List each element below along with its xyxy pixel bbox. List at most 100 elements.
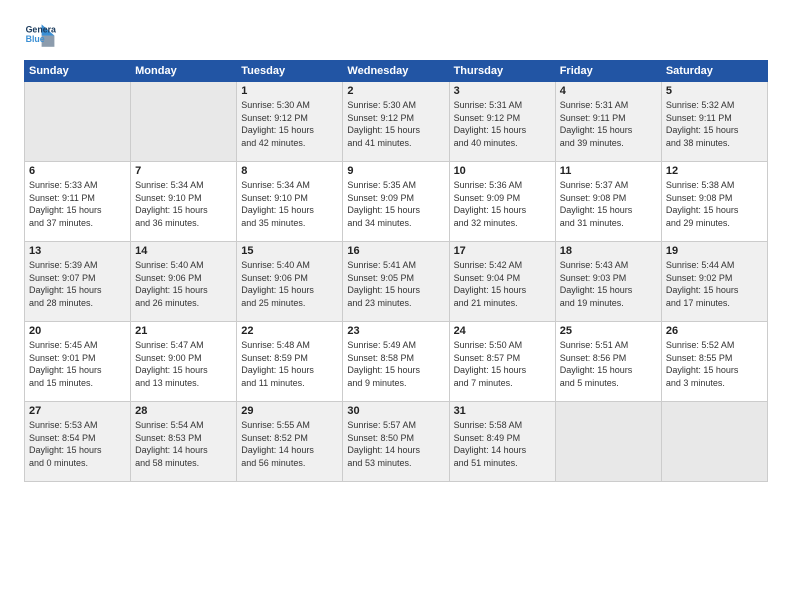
calendar-cell: 2 Sunrise: 5:30 AM Sunset: 9:12 PM Daylig… [343,82,449,162]
calendar-week-1: 1 Sunrise: 5:30 AM Sunset: 9:12 PM Daylig… [25,82,768,162]
day-info: Sunrise: 5:30 AM Sunset: 9:12 PM Dayligh… [347,99,444,149]
day-number: 21 [135,325,232,337]
calendar-week-2: 6 Sunrise: 5:33 AM Sunset: 9:11 PM Daylig… [25,162,768,242]
day-number: 10 [454,165,551,177]
day-info: Sunrise: 5:39 AM Sunset: 9:07 PM Dayligh… [29,259,126,309]
calendar-cell: 27 Sunrise: 5:53 AM Sunset: 8:54 PM Dayli… [25,402,131,482]
calendar-header-tuesday: Tuesday [237,61,343,82]
calendar-cell: 23 Sunrise: 5:49 AM Sunset: 8:58 PM Dayli… [343,322,449,402]
page: General Blue SundayMondayTuesdayWednesda… [0,0,792,612]
logo-icon: General Blue [24,18,56,50]
calendar-cell: 19Sunrise: 5:44 AM Sunset: 9:02 PM Dayli… [661,242,767,322]
day-number: 27 [29,405,126,417]
day-number: 18 [560,245,657,257]
day-info: Sunrise: 5:55 AM Sunset: 8:52 PM Dayligh… [241,419,338,469]
calendar-header-sunday: Sunday [25,61,131,82]
day-info: Sunrise: 5:43 AM Sunset: 9:03 PM Dayligh… [560,259,657,309]
day-number: 11 [560,165,657,177]
calendar-cell: 22 Sunrise: 5:48 AM Sunset: 8:59 PM Dayli… [237,322,343,402]
day-number: 12 [666,165,763,177]
day-number: 14 [135,245,232,257]
day-number: 15 [241,245,338,257]
calendar-cell: 4 Sunrise: 5:31 AM Sunset: 9:11 PM Daylig… [555,82,661,162]
day-number: 20 [29,325,126,337]
calendar-cell: 14 Sunrise: 5:40 AM Sunset: 9:06 PM Dayli… [131,242,237,322]
calendar-cell: 6 Sunrise: 5:33 AM Sunset: 9:11 PM Daylig… [25,162,131,242]
calendar-cell: 3 Sunrise: 5:31 AM Sunset: 9:12 PM Daylig… [449,82,555,162]
calendar-cell: 7Sunrise: 5:34 AM Sunset: 9:10 PM Daylig… [131,162,237,242]
day-info: Sunrise: 5:54 AM Sunset: 8:53 PM Dayligh… [135,419,232,469]
day-number: 30 [347,405,444,417]
calendar-cell: 31Sunrise: 5:58 AM Sunset: 8:49 PM Dayli… [449,402,555,482]
calendar-cell: 16 Sunrise: 5:41 AM Sunset: 9:05 PM Dayli… [343,242,449,322]
day-info: Sunrise: 5:36 AM Sunset: 9:09 PM Dayligh… [454,179,551,229]
calendar-cell: 8Sunrise: 5:34 AM Sunset: 9:10 PM Daylig… [237,162,343,242]
calendar-cell: 26 Sunrise: 5:52 AM Sunset: 8:55 PM Dayli… [661,322,767,402]
calendar-cell: 1 Sunrise: 5:30 AM Sunset: 9:12 PM Daylig… [237,82,343,162]
day-info: Sunrise: 5:33 AM Sunset: 9:11 PM Dayligh… [29,179,126,229]
day-info: Sunrise: 5:50 AM Sunset: 8:57 PM Dayligh… [454,339,551,389]
calendar-cell: 21Sunrise: 5:47 AM Sunset: 9:00 PM Dayli… [131,322,237,402]
day-number: 1 [241,85,338,97]
day-info: Sunrise: 5:48 AM Sunset: 8:59 PM Dayligh… [241,339,338,389]
day-info: Sunrise: 5:32 AM Sunset: 9:11 PM Dayligh… [666,99,763,149]
day-number: 2 [347,85,444,97]
calendar-cell: 18 Sunrise: 5:43 AM Sunset: 9:03 PM Dayli… [555,242,661,322]
calendar-cell: 9 Sunrise: 5:35 AM Sunset: 9:09 PM Daylig… [343,162,449,242]
day-info: Sunrise: 5:42 AM Sunset: 9:04 PM Dayligh… [454,259,551,309]
day-number: 23 [347,325,444,337]
day-number: 28 [135,405,232,417]
calendar-cell [25,82,131,162]
day-info: Sunrise: 5:53 AM Sunset: 8:54 PM Dayligh… [29,419,126,469]
calendar-header-monday: Monday [131,61,237,82]
day-info: Sunrise: 5:34 AM Sunset: 9:10 PM Dayligh… [241,179,338,229]
calendar-cell: 10 Sunrise: 5:36 AM Sunset: 9:09 PM Dayli… [449,162,555,242]
calendar-cell: 25 Sunrise: 5:51 AM Sunset: 8:56 PM Dayli… [555,322,661,402]
calendar-cell [555,402,661,482]
calendar-header-row: SundayMondayTuesdayWednesdayThursdayFrid… [25,61,768,82]
calendar-cell: 20Sunrise: 5:45 AM Sunset: 9:01 PM Dayli… [25,322,131,402]
calendar-cell: 15 Sunrise: 5:40 AM Sunset: 9:06 PM Dayli… [237,242,343,322]
calendar-cell: 28 Sunrise: 5:54 AM Sunset: 8:53 PM Dayli… [131,402,237,482]
calendar-cell [661,402,767,482]
day-info: Sunrise: 5:49 AM Sunset: 8:58 PM Dayligh… [347,339,444,389]
day-number: 22 [241,325,338,337]
day-info: Sunrise: 5:34 AM Sunset: 9:10 PM Dayligh… [135,179,232,229]
day-info: Sunrise: 5:41 AM Sunset: 9:05 PM Dayligh… [347,259,444,309]
day-info: Sunrise: 5:40 AM Sunset: 9:06 PM Dayligh… [135,259,232,309]
day-info: Sunrise: 5:52 AM Sunset: 8:55 PM Dayligh… [666,339,763,389]
day-number: 16 [347,245,444,257]
calendar-cell [131,82,237,162]
calendar-cell: 30 Sunrise: 5:57 AM Sunset: 8:50 PM Dayli… [343,402,449,482]
day-info: Sunrise: 5:58 AM Sunset: 8:49 PM Dayligh… [454,419,551,469]
day-info: Sunrise: 5:30 AM Sunset: 9:12 PM Dayligh… [241,99,338,149]
calendar-header-wednesday: Wednesday [343,61,449,82]
calendar-cell: 24 Sunrise: 5:50 AM Sunset: 8:57 PM Dayli… [449,322,555,402]
day-number: 24 [454,325,551,337]
calendar-header-friday: Friday [555,61,661,82]
svg-text:General: General [26,24,56,34]
calendar-week-3: 13Sunrise: 5:39 AM Sunset: 9:07 PM Dayli… [25,242,768,322]
day-number: 17 [454,245,551,257]
day-info: Sunrise: 5:31 AM Sunset: 9:12 PM Dayligh… [454,99,551,149]
day-info: Sunrise: 5:35 AM Sunset: 9:09 PM Dayligh… [347,179,444,229]
calendar-week-4: 20Sunrise: 5:45 AM Sunset: 9:01 PM Dayli… [25,322,768,402]
day-info: Sunrise: 5:38 AM Sunset: 9:08 PM Dayligh… [666,179,763,229]
day-info: Sunrise: 5:51 AM Sunset: 8:56 PM Dayligh… [560,339,657,389]
day-info: Sunrise: 5:31 AM Sunset: 9:11 PM Dayligh… [560,99,657,149]
day-number: 3 [454,85,551,97]
calendar-cell: 11Sunrise: 5:37 AM Sunset: 9:08 PM Dayli… [555,162,661,242]
day-number: 9 [347,165,444,177]
calendar-cell: 29 Sunrise: 5:55 AM Sunset: 8:52 PM Dayli… [237,402,343,482]
day-info: Sunrise: 5:40 AM Sunset: 9:06 PM Dayligh… [241,259,338,309]
day-number: 26 [666,325,763,337]
svg-text:Blue: Blue [26,34,45,44]
day-number: 19 [666,245,763,257]
header: General Blue [24,18,768,50]
day-number: 25 [560,325,657,337]
day-info: Sunrise: 5:57 AM Sunset: 8:50 PM Dayligh… [347,419,444,469]
calendar-cell: 5Sunrise: 5:32 AM Sunset: 9:11 PM Daylig… [661,82,767,162]
day-number: 29 [241,405,338,417]
day-number: 6 [29,165,126,177]
day-number: 4 [560,85,657,97]
